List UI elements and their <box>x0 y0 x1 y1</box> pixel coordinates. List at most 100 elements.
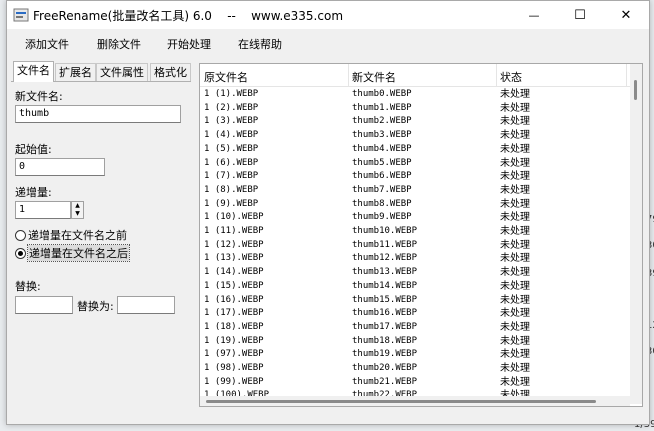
table-row[interactable]: 1 (6).WEBP thumb5.WEBP 未处理 <box>200 157 630 171</box>
vertical-scroll-thumb[interactable] <box>634 80 637 100</box>
table-row[interactable]: 1 (2).WEBP thumb1.WEBP 未处理 <box>200 102 630 116</box>
vertical-scrollbar[interactable] <box>630 64 642 404</box>
status-cell: 未处理 <box>500 102 530 114</box>
file-list[interactable]: 原文件名 新文件名 状态 1 (1).WEBP thumb0.WEBP 未处理 1 (… <box>199 63 643 407</box>
replace-with-label: 替换为: <box>77 300 114 313</box>
status-cell: 未处理 <box>500 130 530 142</box>
original-name-cell: 1 (14).WEBP <box>204 267 264 278</box>
spin-up-icon[interactable]: ▲ <box>72 202 83 210</box>
spin-down-icon[interactable]: ▼ <box>72 210 83 218</box>
table-row[interactable]: 1 (98).WEBP thumb20.WEBP 未处理 <box>200 362 630 376</box>
original-name-cell: 1 (10).WEBP <box>204 212 264 223</box>
original-name-cell: 1 (6).WEBP <box>204 157 259 168</box>
column-status[interactable]: 状态 <box>496 69 522 85</box>
menu-delete-files[interactable]: 删除文件 <box>97 36 141 52</box>
new-name-cell: thumb19.WEBP <box>352 349 418 360</box>
original-name-cell: 1 (13).WEBP <box>204 253 264 264</box>
horizontal-scrollbar[interactable] <box>200 396 630 406</box>
file-list-header: 原文件名 新文件名 状态 <box>200 64 630 87</box>
new-name-cell: thumb12.WEBP <box>352 253 418 264</box>
original-name-cell: 1 (9).WEBP <box>204 198 259 209</box>
tab-page-filename: 新文件名: thumb 起始值: 0 递增量: 1 ▲ ▼ 递增量在文件名之前 … <box>11 81 191 420</box>
horizontal-scroll-thumb[interactable] <box>206 400 596 403</box>
status-cell: 未处理 <box>500 116 530 128</box>
table-row[interactable]: 1 (17).WEBP thumb16.WEBP 未处理 <box>200 307 630 321</box>
original-name-cell: 1 (8).WEBP <box>204 184 259 195</box>
column-new-name[interactable]: 新文件名 <box>348 69 396 85</box>
new-name-cell: thumb14.WEBP <box>352 280 418 291</box>
minimize-button[interactable]: — <box>511 1 557 29</box>
replace-with-input[interactable] <box>117 296 175 314</box>
table-row[interactable]: 1 (13).WEBP thumb12.WEBP 未处理 <box>200 252 630 266</box>
new-name-label: 新文件名: <box>15 90 63 103</box>
original-name-cell: 1 (4).WEBP <box>204 130 259 141</box>
replace-label: 替换: <box>15 280 41 293</box>
menu-add-files[interactable]: 添加文件 <box>25 36 69 52</box>
table-row[interactable]: 1 (7).WEBP thumb6.WEBP 未处理 <box>200 170 630 184</box>
step-spinner[interactable]: ▲ ▼ <box>71 201 84 219</box>
new-name-cell: thumb5.WEBP <box>352 157 412 168</box>
column-original-name[interactable]: 原文件名 <box>200 69 248 85</box>
new-name-cell: thumb8.WEBP <box>352 198 412 209</box>
status-cell: 未处理 <box>500 294 530 306</box>
table-row[interactable]: 1 (3).WEBP thumb2.WEBP 未处理 <box>200 115 630 129</box>
table-row[interactable]: 1 (18).WEBP thumb17.WEBP 未处理 <box>200 321 630 335</box>
new-name-cell: thumb17.WEBP <box>352 321 418 332</box>
close-icon: ✕ <box>620 7 632 23</box>
status-cell: 未处理 <box>500 321 530 333</box>
original-name-cell: 1 (97).WEBP <box>204 349 264 360</box>
options-tabs: 文件名 扩展名 文件属性 格式化 <box>11 61 191 82</box>
new-name-cell: thumb20.WEBP <box>352 363 418 373</box>
status-cell: 未处理 <box>500 335 530 347</box>
table-row[interactable]: 1 (15).WEBP thumb14.WEBP 未处理 <box>200 280 630 294</box>
replace-input[interactable] <box>15 296 73 314</box>
new-name-cell: thumb6.WEBP <box>352 171 412 182</box>
status-cell: 未处理 <box>500 239 530 251</box>
step-input[interactable]: 1 <box>15 201 71 219</box>
new-name-cell: thumb4.WEBP <box>352 143 412 154</box>
tab-extension[interactable]: 扩展名 <box>55 63 96 81</box>
original-name-cell: 1 (17).WEBP <box>204 308 264 319</box>
table-row[interactable]: 1 (14).WEBP thumb13.WEBP 未处理 <box>200 266 630 280</box>
table-row[interactable]: 1 (11).WEBP thumb10.WEBP 未处理 <box>200 225 630 239</box>
radio-step-before[interactable]: 递增量在文件名之前 <box>15 227 127 243</box>
maximize-button[interactable]: ☐ <box>557 1 603 29</box>
status-cell: 未处理 <box>500 308 530 320</box>
status-cell: 未处理 <box>500 267 530 279</box>
title-bar[interactable]: FreeRename(批量改名工具) 6.0 -- www.e335.com —… <box>7 1 649 29</box>
tab-format[interactable]: 格式化 <box>150 63 191 81</box>
table-row[interactable]: 1 (1).WEBP thumb0.WEBP 未处理 <box>200 88 630 102</box>
status-cell: 未处理 <box>500 171 530 183</box>
new-name-input[interactable]: thumb <box>15 105 181 123</box>
table-row[interactable]: 1 (99).WEBP thumb21.WEBP 未处理 <box>200 376 630 390</box>
table-row[interactable]: 1 (8).WEBP thumb7.WEBP 未处理 <box>200 184 630 198</box>
table-row[interactable]: 1 (4).WEBP thumb3.WEBP 未处理 <box>200 129 630 143</box>
table-row[interactable]: 1 (12).WEBP thumb11.WEBP 未处理 <box>200 239 630 253</box>
tab-filename[interactable]: 文件名 <box>13 61 54 82</box>
new-name-cell: thumb2.WEBP <box>352 116 412 127</box>
menu-start-processing[interactable]: 开始处理 <box>167 36 211 52</box>
table-row[interactable]: 1 (5).WEBP thumb4.WEBP 未处理 <box>200 143 630 157</box>
original-name-cell: 1 (18).WEBP <box>204 321 264 332</box>
status-cell: 未处理 <box>500 212 530 224</box>
start-value-input[interactable]: 0 <box>15 158 105 176</box>
status-cell: 未处理 <box>500 89 530 100</box>
tab-file-attributes[interactable]: 文件属性 <box>96 63 148 81</box>
menu-online-help[interactable]: 在线帮助 <box>238 36 282 52</box>
new-name-cell: thumb7.WEBP <box>352 184 412 195</box>
new-name-cell: thumb21.WEBP <box>352 376 418 387</box>
column-divider[interactable] <box>626 64 627 86</box>
table-row[interactable]: 1 (16).WEBP thumb15.WEBP 未处理 <box>200 294 630 308</box>
table-row[interactable]: 1 (19).WEBP thumb18.WEBP 未处理 <box>200 335 630 349</box>
radio-step-after[interactable]: 递增量在文件名之后 <box>15 244 130 262</box>
new-name-cell: thumb16.WEBP <box>352 308 418 319</box>
table-row[interactable]: 1 (9).WEBP thumb8.WEBP 未处理 <box>200 198 630 212</box>
maximize-icon: ☐ <box>574 7 586 23</box>
table-row[interactable]: 1 (10).WEBP thumb9.WEBP 未处理 <box>200 211 630 225</box>
step-label: 递增量: <box>15 186 52 199</box>
radio-button-selected-icon <box>15 247 26 259</box>
new-name-cell: thumb11.WEBP <box>352 239 418 250</box>
close-button[interactable]: ✕ <box>603 1 649 29</box>
original-name-cell: 1 (7).WEBP <box>204 171 259 182</box>
table-row[interactable]: 1 (97).WEBP thumb19.WEBP 未处理 <box>200 348 630 362</box>
